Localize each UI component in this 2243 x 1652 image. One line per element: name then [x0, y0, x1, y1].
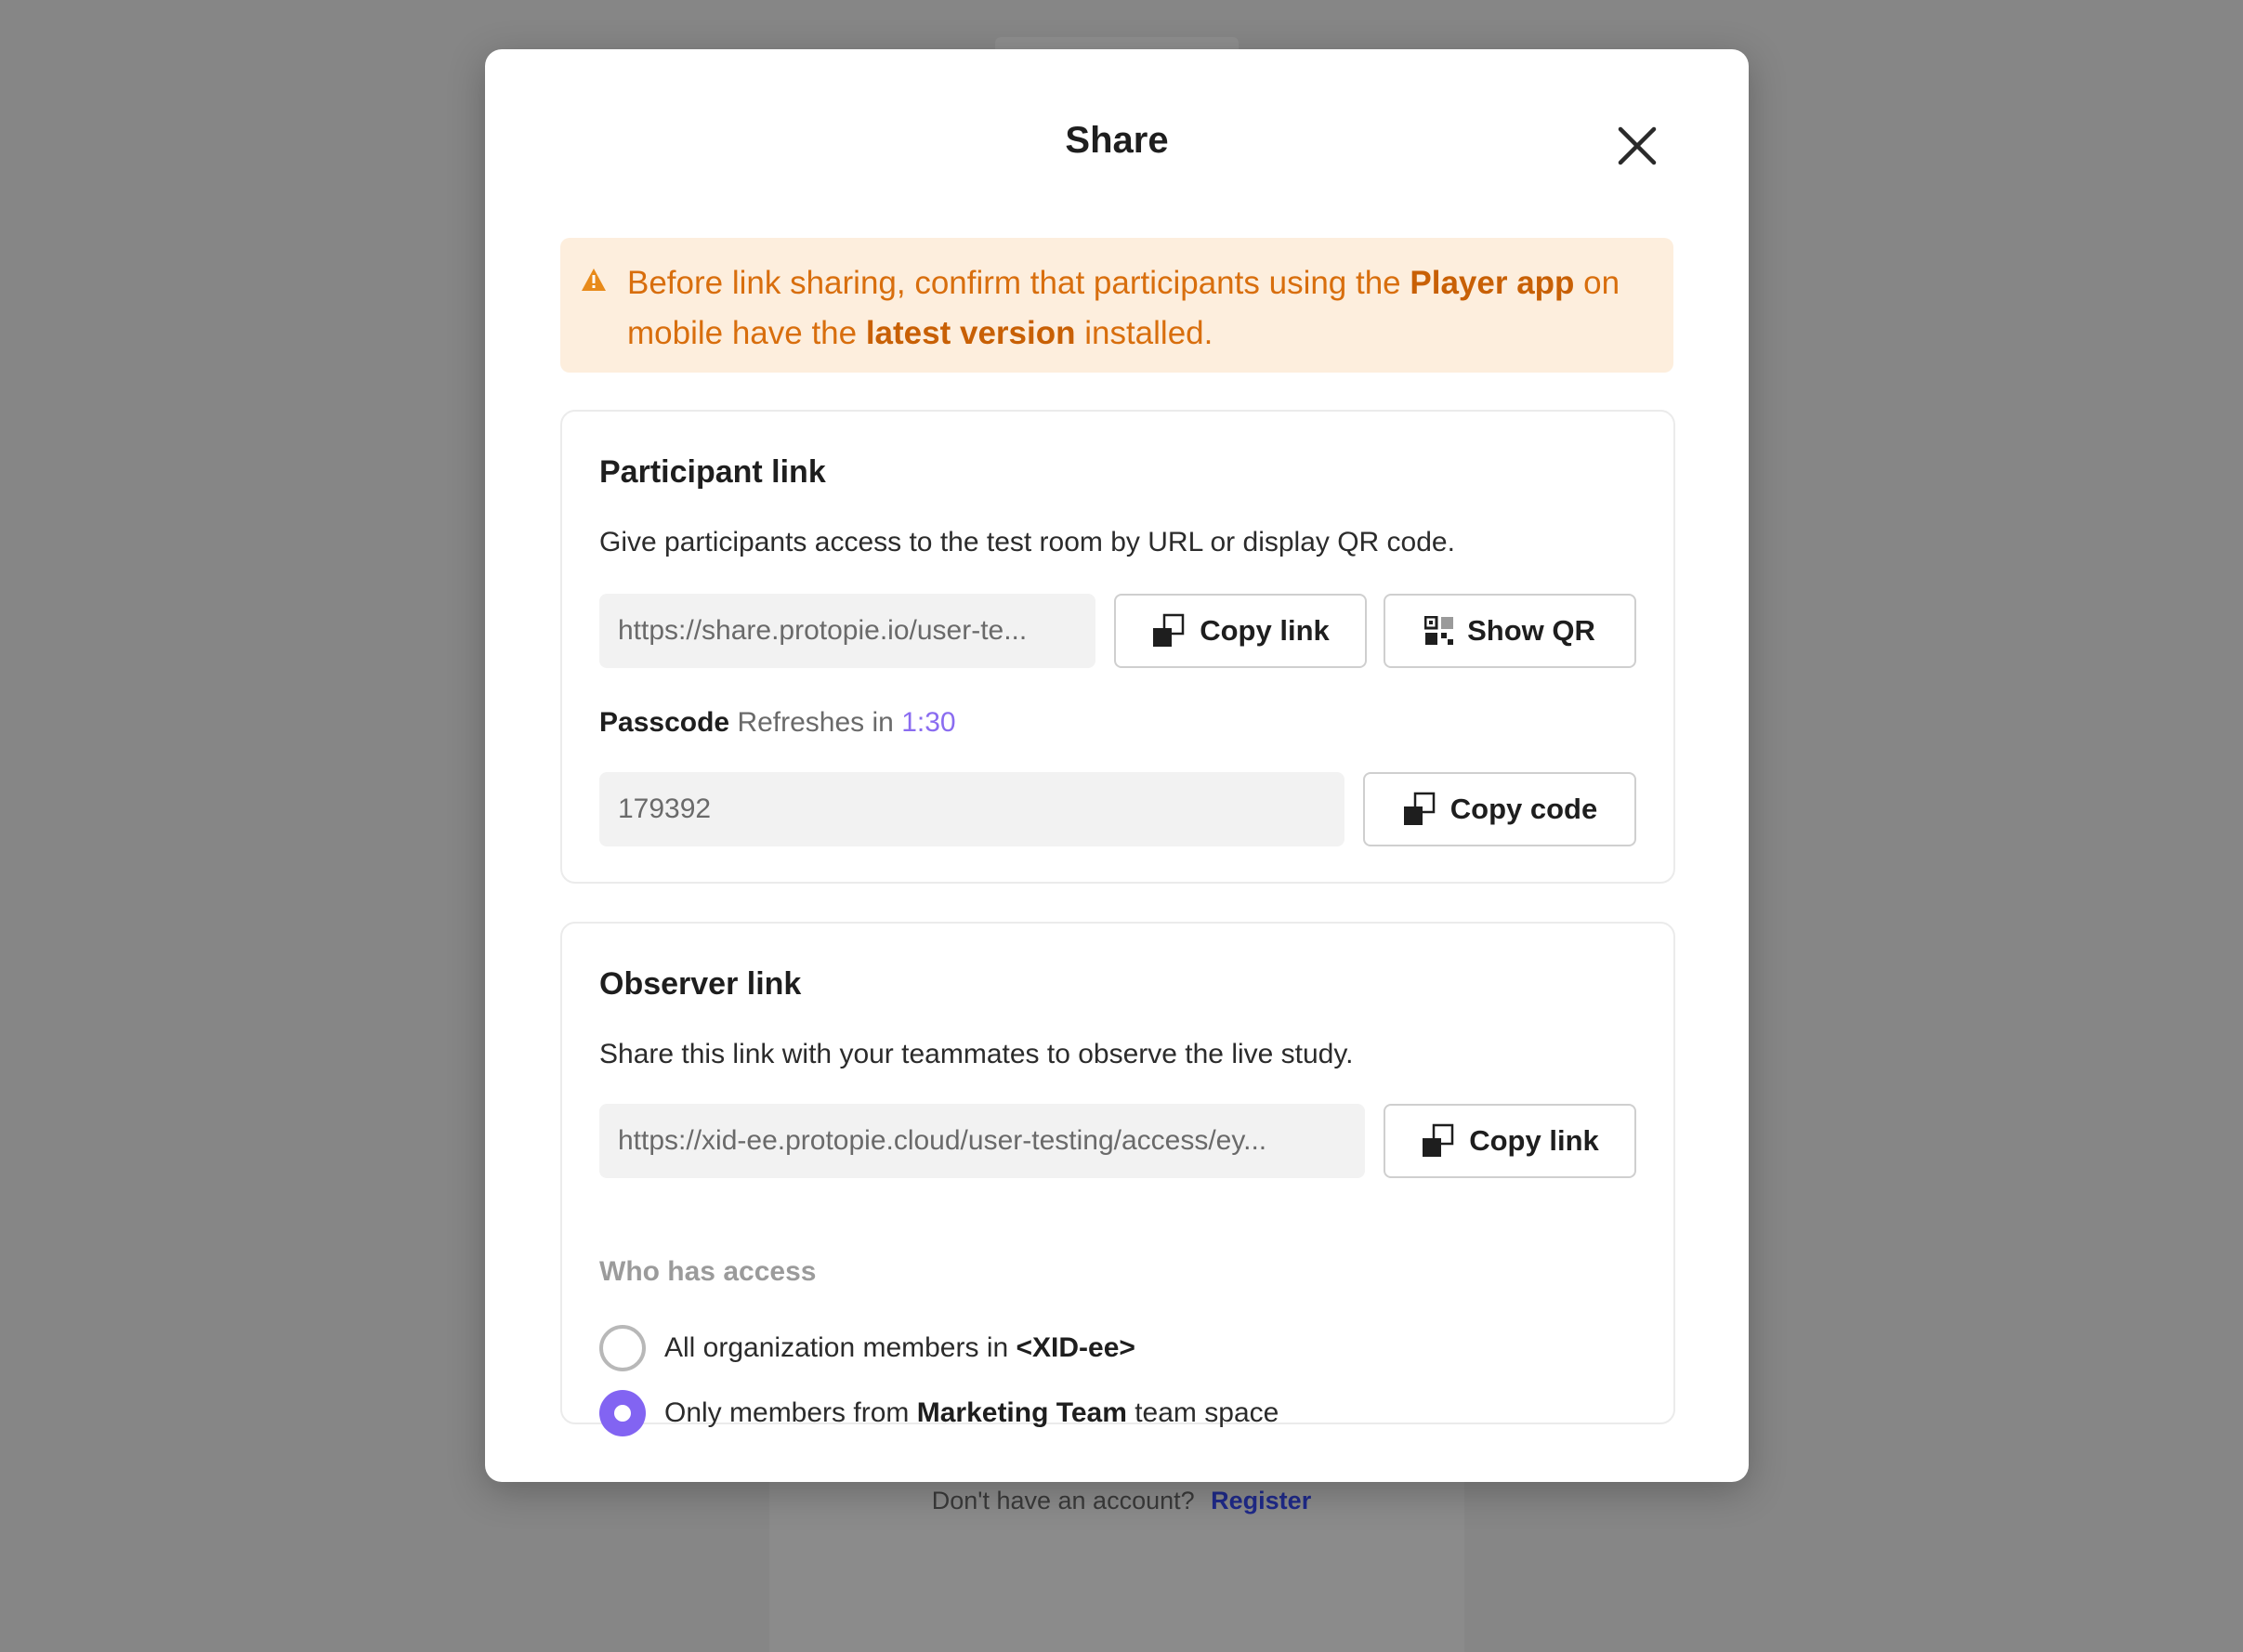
show-qr-label: Show QR	[1467, 614, 1595, 647]
observer-copy-link-label: Copy link	[1469, 1124, 1599, 1157]
modal-title: Share	[1065, 120, 1169, 161]
radio-unselected[interactable]	[599, 1325, 646, 1371]
background-footer: Don't have an account? Register	[0, 1487, 2243, 1515]
radio-selected[interactable]	[599, 1390, 646, 1436]
passcode-field[interactable]: 179392	[599, 772, 1344, 846]
share-modal: Share Before link sharing, confirm that …	[485, 49, 1749, 1482]
observer-copy-link-button[interactable]: Copy link	[1384, 1104, 1636, 1178]
copy-code-button[interactable]: Copy code	[1363, 772, 1636, 846]
observer-link-description: Share this link with your teammates to o…	[599, 1039, 1354, 1069]
copy-code-label: Copy code	[1449, 793, 1598, 825]
observer-url-field[interactable]: https://xid-ee.protopie.cloud/user-testi…	[599, 1104, 1365, 1178]
signup-prompt: Don't have an account?	[931, 1487, 1195, 1514]
who-has-access-label: Who has access	[599, 1256, 817, 1287]
close-icon	[1618, 126, 1657, 165]
refresh-timer: 1:30	[901, 707, 956, 738]
passcode-line: Passcode Refreshes in 1:30	[599, 707, 956, 739]
qr-code-icon	[1424, 616, 1454, 645]
copy-icon	[1153, 613, 1185, 647]
warning-triangle-icon	[582, 269, 606, 291]
access-option-team-space[interactable]: Only members from Marketing Team team sp…	[599, 1390, 1279, 1436]
access-option-organization-label: All organization members in <XID-ee>	[664, 1332, 1135, 1363]
participant-link-card: Participant link Give participants acces…	[560, 410, 1675, 884]
participant-url-field[interactable]: https://share.protopie.io/user-te...	[599, 594, 1095, 668]
passcode-label: Passcode	[599, 707, 730, 738]
observer-link-card: Observer link Share this link with your …	[560, 922, 1675, 1436]
close-button[interactable]	[1609, 118, 1665, 174]
warning-text: Before link sharing, confirm that partic…	[627, 265, 1620, 351]
copy-icon	[1403, 792, 1436, 825]
show-qr-button[interactable]: Show QR	[1384, 594, 1636, 668]
warning-banner: Before link sharing, confirm that partic…	[560, 238, 1673, 373]
participant-copy-link-label: Copy link	[1200, 614, 1330, 647]
observer-link-title: Observer link	[599, 966, 802, 1002]
participant-link-title: Participant link	[599, 454, 826, 490]
access-option-team-space-label: Only members from Marketing Team team sp…	[664, 1397, 1279, 1428]
access-option-organization[interactable]: All organization members in <XID-ee>	[599, 1325, 1135, 1371]
participant-link-description: Give participants access to the test roo…	[599, 527, 1455, 557]
copy-icon	[1423, 1123, 1454, 1157]
register-link[interactable]: Register	[1211, 1487, 1311, 1514]
participant-copy-link-button[interactable]: Copy link	[1114, 594, 1367, 668]
refresh-text: Refreshes in	[737, 707, 894, 738]
